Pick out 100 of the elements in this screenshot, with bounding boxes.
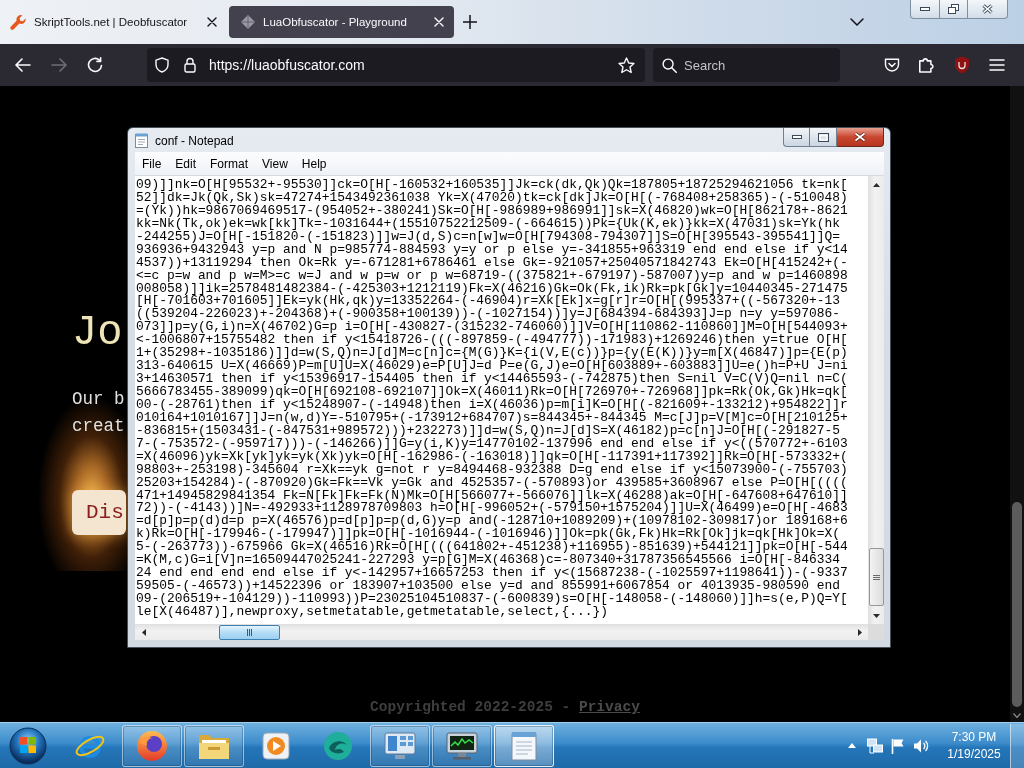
speaker-icon[interactable]	[912, 737, 929, 754]
text-line: 008058)]]ik=2578481482384-(-425303+1212119)Fk=X(46216)Gk=Ok(Fk,ik)Rk=pk[Gk]y=10440345-271475	[136, 282, 849, 296]
notepad-icon[interactable]	[135, 133, 148, 148]
caret-left-icon[interactable]	[141, 629, 146, 636]
text-line: <-1006807+15755482 then if y<15418726-(((-897859-(-494777))-171983)+1269246)then y=true O[H[	[136, 334, 849, 348]
close-icon[interactable]	[207, 17, 217, 27]
text-line: -244255)J=O[H[-151820-(-151823)]]w=J(d,S)c=n[w]w=O[H[794308-794307]]S=O[H[395543-395541]]Q=	[136, 230, 841, 244]
text-line: 59505-(-46573))+14522396 or 183907+103500 else y=d and 855991+6067854 or 4013935-980590 end	[136, 580, 840, 593]
text-line: 471+14945829841354 Fk=N[Fk]Fk=Fk(N)Mk=O[H[566077+-566076]]lk=X(46288)ak=O[H[-647608+647610]]	[136, 489, 849, 503]
scrollbar-thumb[interactable]	[1012, 502, 1022, 707]
grip-icon	[873, 574, 880, 580]
menu-item[interactable]: View	[255, 153, 295, 174]
text-area[interactable]	[135, 176, 868, 624]
text-line: <=c p=w and p w=M>=c w=J and w p=w or p w=68719-((375821+-679197)-587007)y=p and w p=1460898	[136, 269, 849, 283]
browser-tab[interactable]: LuaObfuscator - Playground	[229, 6, 454, 38]
close-icon	[982, 4, 993, 14]
circular-arrow-icon[interactable]	[87, 57, 103, 73]
text-line: 5666783455-389099)qk=O[H[692108-692107]]Ok=X(46011)Rk=O[H[726970+-726968]]pk=Rk(Ok,Gk)Hk=qk[	[136, 386, 849, 399]
vertical-scrollbar[interactable]	[868, 176, 884, 624]
star-icon[interactable]	[618, 56, 635, 74]
text-line: 09-(206519+-104129))-110993))P=23025104510837-(-600839)s=O[H[-148058-(-148060)]]h=s(e,P)Q=Y[	[136, 593, 849, 606]
text-line: le[X(46487)],newproxy,setmetatable,getmetatable,select,{...})	[136, 605, 608, 619]
chevron-down-icon[interactable]	[850, 18, 864, 26]
taskbar-button[interactable]	[494, 724, 554, 767]
taskbar-button[interactable]	[184, 724, 244, 767]
minimize-button[interactable]	[910, 0, 940, 19]
network-icon[interactable]	[866, 737, 883, 754]
text-line: 52]]dk=Jk(Qk,Sk)sk=47274+1543492361038 Yk=X(47020)tk=ck[dk]Jk=O[H[(-768408+258365)-(-510048)	[136, 191, 849, 205]
minimize-icon	[791, 135, 802, 139]
text-line: 72))-(-4143))]N=-492933+1128978709803 h=O[H[-996052+(-579150+1575204)]]U=X(46499)e=O[H[-4683	[136, 502, 849, 516]
monitor-icon	[446, 731, 478, 760]
text-line: 00-(-28761)then if y<15248907-(-14948)then i=X(46036)p=m[i]K=O[H[(-821609+-133212)+954822]]r	[136, 398, 849, 412]
search-field[interactable]: Search	[653, 48, 840, 82]
plus-icon[interactable]	[463, 15, 477, 29]
restore-icon	[948, 4, 959, 14]
menu-item[interactable]: File	[135, 153, 169, 174]
text-line: 010164+1010167]]J=n(w,d)Y=-510795+(-173912+684707)s=844345+-844345 M=c[J]p=V[M]c=O[H[210125+	[136, 411, 849, 425]
window-grid-icon	[384, 731, 416, 760]
chevron-shield-icon[interactable]	[884, 57, 900, 73]
grip-icon	[247, 629, 252, 636]
clock-button[interactable]: 7:30 PM 1/19/2025	[941, 725, 1007, 766]
text-line: 7-(-753572-(-959717)))-(-146266)]]G=y(i,K)y=14770102-137996 end end else if y<((570772+-6103	[136, 437, 849, 451]
caret-down-icon[interactable]	[1013, 713, 1021, 718]
flag-icon[interactable]	[890, 737, 905, 754]
orb-icon	[9, 726, 47, 765]
page-heading: Jo	[72, 312, 123, 354]
text-line: 4537))+13119294 then Ok=Rk y=-671281+6786461 else Gk=-921057+25040571842743 Ek=O[H[415242+(-	[136, 256, 849, 270]
shield-badge-icon[interactable]	[954, 56, 970, 74]
puzzle-icon[interactable]	[919, 57, 935, 73]
address-bar[interactable]: https://luaobfuscator.com	[147, 48, 645, 82]
text-line: 936936+9432943 y=p and N p=985774-884593 y=y or p else y=-341855+963319 end end else if y<14	[136, 243, 849, 257]
copyright-text: Copyrighted 2022-2025 - Privacy	[369, 698, 641, 717]
text-line: 1+(35298+-1035186)]]d=w(S,Q)n=J[d]M=c[n]c={M(G)}K={i(V,E(c))}p={y(E(K))}y=m[X(46847)]p={E(p)	[136, 347, 849, 361]
browser-tab[interactable]: SkriptTools.net | Deobfuscator	[2, 6, 227, 38]
maximize-button[interactable]	[810, 128, 837, 147]
maximize-icon	[817, 132, 829, 142]
menu-item[interactable]: Format	[203, 153, 256, 174]
text-line: 98803+-253198)-345604 r=Xk==yk g=not r y=8494468-932388 D=g end else if y<15073900-(-755703)	[136, 463, 849, 477]
text-line: =K(M,c)G=i[V]n=16509447025241-227293 y=p[G]M=X(46368)c=-807340+31787356545566 i=O[H[-846334	[136, 554, 840, 568]
page-button[interactable]: Dis	[72, 490, 126, 535]
menu-item[interactable]: Help	[294, 153, 334, 174]
search-icon	[662, 58, 677, 73]
taskbar-button[interactable]	[432, 724, 492, 767]
text-line: 09)]]nk=O[H[95532+-95530]]ck=O[H[-160532+160535]]Jk=ck(dk,Qk)Qk=187805+18725294621056 tk=nk[	[136, 179, 849, 192]
text-line: 3+14630571 then if y<15396917-154405 then if y<14465593-(-742875)then S=nil V=C(V)Q=nil n=C(	[136, 373, 849, 386]
notepad-icon	[511, 730, 537, 761]
maximize-button[interactable]	[940, 0, 968, 19]
show-desktop-button[interactable]	[1010, 723, 1024, 768]
caret-right-icon[interactable]	[857, 629, 862, 636]
swirl-icon	[323, 730, 353, 761]
text-line: kk=Nk(Tk,ok)ek=wk[kk]Tk=-1031644+(15510752212509-(-664615))Pk={Uk(K,ek)}kk=X(47031)sk=Yk(hk	[136, 217, 840, 231]
window-title: conf - Notepad	[155, 134, 234, 148]
scrollbar-thumb[interactable]	[869, 548, 884, 606]
shield-icon[interactable]	[155, 57, 169, 73]
text-line: =(Yk))hk=9867069469517-(954052+-380241)Sk=O[H[-986989+986991]]sk=X(46820)wk=O[H[862178+-8621	[136, 204, 849, 218]
text-line: 5-(-263773))-675966 Gk=X(46516)Rk=O[H[(((641802+-451238)+116955)-851639)+544121]]pk=O[H[-544	[136, 541, 849, 555]
text-line: 24 end end end end else if y<-142957+16657253 then if y<(15687238-(-1025597+1198641))-(-9337	[136, 567, 849, 581]
globe-flame-icon	[136, 729, 168, 762]
minimize-button[interactable]	[783, 128, 810, 147]
taskbar-button[interactable]	[370, 724, 430, 767]
minimize-icon	[920, 7, 930, 11]
taskbar-button[interactable]	[122, 724, 182, 767]
intro-text: Our b creat	[72, 388, 125, 438]
caret-up-icon[interactable]	[873, 182, 880, 187]
horizontal-scrollbar[interactable]	[135, 624, 868, 640]
scrollbar-thumb[interactable]	[219, 625, 280, 640]
text-line: 25203+154284)-(-870920)Gk=Fk==Vk y=Gk and 4525357-(-570893)or 439585+3608967 else P=O[H[((((	[136, 476, 849, 490]
text-line: [H[-701603+701605]]Ek=yk(Hk,qk)y=13352264-(-46904)r=Xk[Ek]x=g[r]r=O[H[(995337+((-567320+-13	[136, 295, 840, 309]
text-line: 313-640615 U=X(46669)P=m[U]U=X(46029)e=P[U]J=d P=e(G,J)e=O[H[603889+-603883]]U=e()h=P+U J=ni	[136, 360, 849, 374]
caret-down-icon[interactable]	[873, 613, 880, 618]
menu-item[interactable]: Edit	[168, 153, 204, 174]
play-icon	[262, 731, 290, 760]
wrench-icon	[10, 14, 26, 30]
text-line: -836815+(1503431-(-847531+989572)))+232273)]]d=w(S,Q)n=J[d]S=X(46182)p=c[n]J=O[H[(-291827-5	[136, 424, 840, 438]
lock-icon[interactable]	[184, 57, 196, 73]
close-button[interactable]	[837, 128, 884, 147]
close-icon	[854, 132, 866, 142]
arrow-left-icon[interactable]	[15, 58, 31, 72]
menu-icon[interactable]	[989, 59, 1005, 71]
page-scrollbar[interactable]	[1010, 86, 1024, 722]
